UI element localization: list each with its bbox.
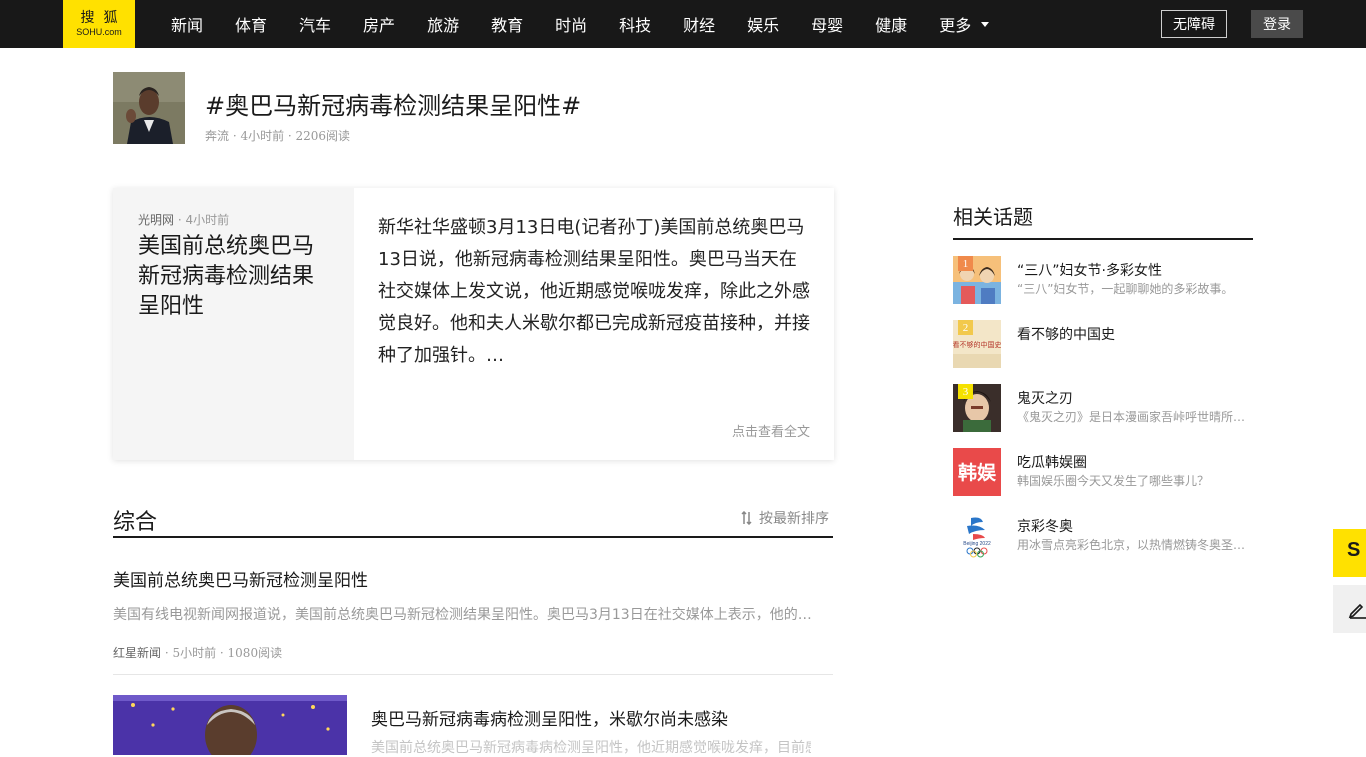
topic-name[interactable]: 吃瓜韩娱圈 [1017, 452, 1087, 472]
sort-label: 按最新排序 [759, 511, 829, 527]
related-topic-item[interactable]: 看不够的中国史 2 看不够的中国史 [953, 320, 1253, 368]
logo-chinese: 搜狐 [80, 9, 127, 26]
feed-meta: 红星新闻 · 5小时前 · 1080阅读 [113, 644, 833, 661]
topic-desc: 《鬼灭之刃》是日本漫画家吾峠呼世晴所著的少年漫画作品。 [1017, 410, 1249, 424]
topic-name[interactable]: “三八”妇女节·多彩女性 [1017, 260, 1162, 280]
top-nav-bar: 搜狐 SOHU.com 新闻 体育 汽车 房产 旅游 教育 时尚 科技 财经 娱… [0, 0, 1366, 48]
related-topic-item[interactable]: Beijing 2022 京彩冬奥 用冰雪点亮彩色北京，以热情燃铸冬奥圣火。 [953, 512, 1253, 560]
list-item[interactable]: 奥巴马新冠病毒病检测呈阳性，米歇尔尚未感染 美国前总统奥巴马新冠病毒病检测呈阳性… [113, 695, 833, 756]
nav-item-house[interactable]: 房产 [347, 0, 411, 48]
feed-title[interactable]: 美国前总统奥巴马新冠检测呈阳性 [113, 566, 833, 591]
topic-desc: 用冰雪点亮彩色北京，以热情燃铸冬奥圣火。 [1017, 538, 1249, 552]
korean-thumb-text: 韩娱 [958, 461, 997, 484]
nav-item-travel[interactable]: 旅游 [411, 0, 475, 48]
pencil-icon [1348, 603, 1366, 619]
sort-icon [741, 511, 752, 525]
featured-source: 光明网 · 4小时前 [138, 211, 229, 228]
nav-item-auto[interactable]: 汽车 [283, 0, 347, 48]
related-topic-item[interactable]: 韩娱 吃瓜韩娱圈 韩国娱乐圈今天又发生了哪些事儿？ [953, 448, 1253, 496]
feed-time-reads: · 5小时前 · 1080阅读 [161, 646, 283, 660]
nav-item-tech[interactable]: 科技 [603, 0, 667, 48]
nav-item-health[interactable]: 健康 [859, 0, 923, 48]
nav-more-label: 更多 [939, 16, 972, 35]
featured-side-panel: 光明网 · 4小时前 美国前总统奥巴马新冠病毒检测结果呈阳性 [113, 188, 354, 460]
topic-name[interactable]: 看不够的中国史 [1017, 324, 1115, 344]
feed-thumbnail[interactable] [113, 695, 347, 755]
rank-badge: 1 [958, 256, 973, 271]
topic-avatar [113, 72, 185, 144]
topic-thumbnail: 韩娱 [953, 448, 1001, 496]
featured-source-name[interactable]: 光明网 [138, 213, 174, 227]
feed-desc: 美国前总统奥巴马新冠病毒病检测呈阳性，他近期感觉喉咙发痒，目前感觉良好。 [371, 740, 811, 756]
login-button[interactable]: 登录 [1251, 10, 1303, 38]
list-item[interactable]: 美国前总统奥巴马新冠检测呈阳性 美国有线电视新闻网报道说，美国前总统奥巴马新冠检… [113, 566, 833, 675]
topic-thumbnail: 1 [953, 256, 1001, 304]
topic-name[interactable]: 京彩冬奥 [1017, 516, 1073, 536]
nav-item-education[interactable]: 教育 [475, 0, 539, 48]
channel-nav: 新闻 体育 汽车 房产 旅游 教育 时尚 科技 财经 娱乐 母婴 健康 更多 [155, 0, 1005, 48]
nav-item-entertainment[interactable]: 娱乐 [731, 0, 795, 48]
topic-meta: 奔流 · 4小时前 · 2206阅读 [205, 129, 351, 143]
topic-name[interactable]: 鬼灭之刃 [1017, 388, 1073, 408]
featured-title[interactable]: 美国前总统奥巴马新冠病毒检测结果呈阳性 [138, 232, 328, 322]
related-topic-item[interactable]: 3 鬼灭之刃 《鬼灭之刃》是日本漫画家吾峠呼世晴所著的少年漫画作品。 [953, 384, 1253, 432]
topic-desc: 韩国娱乐圈今天又发生了哪些事儿？ [1017, 474, 1210, 488]
beijing-thumb-text: Beijing 2022 [963, 541, 991, 547]
nav-item-news[interactable]: 新闻 [155, 0, 219, 48]
featured-excerpt: 新华社华盛顿3月13日电(记者孙丁)美国前总统奥巴马13日说，他新冠病毒检测结果… [378, 217, 810, 366]
featured-article-card[interactable]: 光明网 · 4小时前 美国前总统奥巴马新冠病毒检测结果呈阳性 新华社华盛顿3月1… [113, 188, 834, 460]
nav-item-fashion[interactable]: 时尚 [539, 0, 603, 48]
floating-edit-button[interactable] [1333, 585, 1366, 633]
topic-thumbnail: 3 [953, 384, 1001, 432]
rank-badge: 3 [958, 384, 973, 399]
sohu-logo[interactable]: 搜狐 SOHU.com [63, 0, 135, 48]
featured-time: · 4小时前 [174, 213, 230, 227]
sort-button[interactable]: 按最新排序 [741, 508, 829, 528]
rank-badge: 2 [958, 320, 973, 335]
related-topics-title: 相关话题 [953, 205, 1033, 229]
nav-item-sports[interactable]: 体育 [219, 0, 283, 48]
floating-sohu-button[interactable]: S [1333, 529, 1366, 577]
related-topics-header: 相关话题 [953, 200, 1253, 240]
feed-source[interactable]: 红星新闻 [113, 646, 161, 660]
topic-thumbnail: 看不够的中国史 2 [953, 320, 1001, 368]
caret-down-icon [981, 21, 990, 27]
logo-english: SOHU.com [76, 26, 122, 37]
topic-thumbnail: Beijing 2022 [953, 512, 1001, 560]
feed-desc: 美国有线电视新闻网报道说，美国前总统奥巴马新冠检测结果呈阳性。奥巴马3月13日在… [113, 607, 825, 623]
nav-item-finance[interactable]: 财经 [667, 0, 731, 48]
nav-item-more[interactable]: 更多 [923, 0, 1005, 48]
feed-title[interactable]: 奥巴马新冠病毒病检测呈阳性，米歇尔尚未感染 [371, 705, 728, 730]
floating-logo-letter: S [1347, 539, 1361, 561]
read-full-link[interactable]: 点击查看全文 [732, 421, 810, 440]
related-topic-item[interactable]: 1 “三八”妇女节·多彩女性 “三八”妇女节，一起聊聊她的多彩故事。 [953, 256, 1253, 304]
topic-title: #奥巴马新冠病毒检测结果呈阳性# [205, 92, 582, 120]
section-title: 综合 [113, 510, 158, 535]
section-header: 综合 按最新排序 [113, 500, 833, 538]
accessibility-button[interactable]: 无障碍 [1161, 10, 1227, 38]
history-thumb-text: 看不够的中国史 [953, 340, 1001, 349]
topic-desc: “三八”妇女节，一起聊聊她的多彩故事。 [1017, 282, 1234, 296]
nav-item-baby[interactable]: 母婴 [795, 0, 859, 48]
